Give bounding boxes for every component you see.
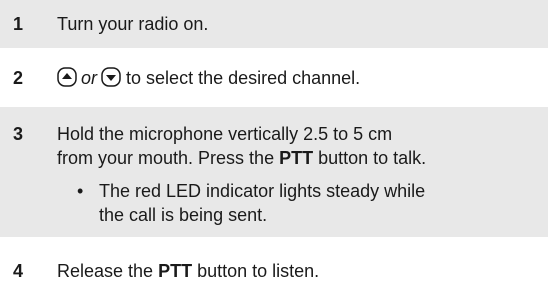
step-text-pre: Release the [57,261,159,281]
up-arrow-key-icon [57,67,77,87]
step-text: or to select the desired channel. [57,66,360,90]
step-text: Turn your radio on. [57,14,209,34]
bullet-text: The red LED indicator lights steady whil… [99,179,425,227]
bullet-text-line1: The red LED indicator lights steady whil… [99,181,426,201]
step-text: Hold the microphone vertically 2.5 to 5 … [57,122,426,170]
step-3: 3 Hold the microphone vertically 2.5 to … [0,107,548,237]
step-2: 2 or to select the desired channel. [0,49,548,107]
bullet-marker: • [77,181,84,201]
step-number: 3 [13,124,24,144]
down-arrow-key-icon [101,67,121,87]
step-text-line2-pre: from your mouth. Press the [57,148,280,168]
ptt-label: PTT [279,148,314,168]
step-4: 4 Release the PTT button to listen. [0,237,548,294]
step-text-post: button to listen. [192,261,320,281]
step-1: 1 Turn your radio on. [0,0,548,48]
step-number: 4 [13,261,24,281]
step-number: 2 [13,68,24,88]
step-text-line2-post: button to talk. [313,148,427,168]
step-text-line1: Hold the microphone vertically 2.5 to 5 … [57,124,393,144]
step-text-after: to select the desired channel. [126,68,361,88]
ptt-label: PTT [158,261,193,281]
or-word: or [81,68,98,88]
step-number: 1 [13,14,24,34]
step-text: Release the PTT button to listen. [57,259,319,283]
instruction-steps: 1 Turn your radio on. 2 or to select the… [0,0,548,294]
bullet-text-line2: the call is being sent. [99,205,268,225]
